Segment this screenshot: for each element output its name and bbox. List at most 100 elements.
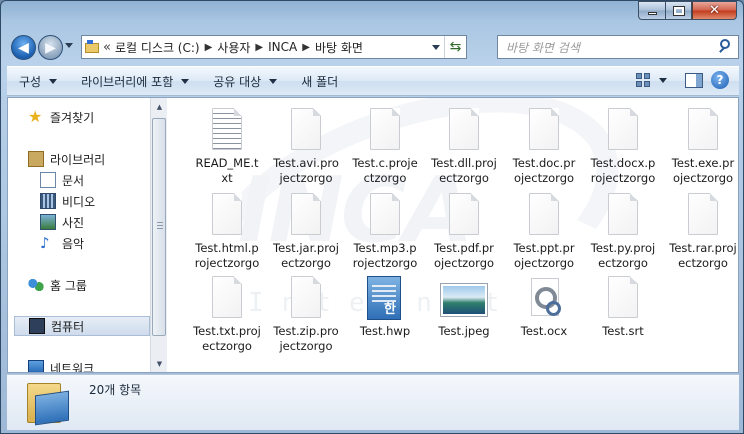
organize-menu[interactable]: 구성: [7, 66, 69, 96]
sidebar-item-homegroup[interactable]: 홈 그룹: [28, 275, 87, 295]
homegroup-icon: [28, 277, 44, 293]
include-in-library-menu[interactable]: 라이브러리에 포함: [69, 66, 201, 96]
scroll-up-arrow[interactable]: ▲: [151, 98, 168, 115]
gear-file-icon: [525, 276, 563, 320]
chevron-right-icon[interactable]: ▶: [205, 42, 213, 53]
sidebar-item-label: 비디오: [62, 194, 96, 209]
sidebar-item-favorites[interactable]: ★ 즐겨찾기: [28, 107, 94, 127]
breadcrumb-local-disk[interactable]: 로컬 디스크 (C:): [115, 39, 200, 56]
sidebar-item-music[interactable]: ♪ 음악: [40, 233, 84, 253]
picture-icon: [40, 214, 56, 230]
maximize-button[interactable]: [665, 1, 692, 20]
scrollbar-thumb[interactable]: [152, 118, 166, 336]
sidebar-item-videos[interactable]: 비디오: [40, 191, 95, 211]
sidebar-item-pictures[interactable]: 사진: [40, 212, 84, 232]
file-item[interactable]: Test.doc.pr ojectzorgo: [505, 108, 583, 186]
back-button[interactable]: ◀: [11, 35, 36, 60]
network-icon: [28, 360, 44, 372]
search-box[interactable]: 바탕 화면 검색: [497, 35, 739, 59]
close-button[interactable]: ✕: [692, 1, 737, 20]
share-with-label: 공유 대상: [213, 74, 262, 89]
breadcrumb-desktop[interactable]: 바탕 화면: [315, 39, 363, 56]
maximize-icon: [672, 5, 685, 16]
file-item[interactable]: Test.c.proje ctzorgo: [346, 108, 424, 186]
search-input[interactable]: 바탕 화면 검색: [506, 39, 716, 56]
sidebar-item-computer[interactable]: 컴퓨터: [14, 316, 150, 336]
file-name: Test.hwp: [359, 324, 411, 338]
search-icon[interactable]: [716, 36, 738, 58]
file-item[interactable]: Test.srt: [584, 276, 662, 339]
sidebar-item-label: 문서: [62, 173, 85, 188]
organize-label: 구성: [19, 74, 42, 89]
caption-buttons: ✕: [638, 1, 737, 20]
file-item[interactable]: Test.txt.proj ectzorgo: [188, 276, 266, 354]
file-name: Test.doc.pr ojectzorgo: [512, 156, 576, 185]
breadcrumb-overflow[interactable]: «: [103, 40, 111, 55]
file-name: Test.jar.proj ectzorgo: [273, 241, 339, 270]
navigation-scrollbar[interactable]: ▲ ▼: [150, 98, 167, 372]
chevron-right-icon[interactable]: ▶: [302, 42, 310, 53]
file-item[interactable]: Test.ppt.pr ojectzorgo: [505, 193, 583, 271]
computer-icon: [29, 318, 45, 334]
file-item[interactable]: Test.rar.proj ectzorgo: [664, 193, 738, 271]
hwp-icon: [366, 276, 404, 320]
image-icon: [440, 276, 488, 320]
blank-icon: [208, 193, 246, 237]
file-name: Test.txt.proj ectzorgo: [193, 324, 261, 353]
file-item[interactable]: Test.zip.pro jectzorgo: [267, 276, 345, 354]
forward-button[interactable]: ▶: [38, 35, 63, 60]
preview-pane-icon[interactable]: [685, 72, 703, 88]
address-bar[interactable]: « 로컬 디스크 (C:) ▶ 사용자 ▶ INCA ▶ 바탕 화면 ⇆: [81, 35, 467, 59]
blank-icon: [604, 276, 642, 320]
file-item[interactable]: Test.jar.proj ectzorgo: [267, 193, 345, 271]
film-icon: [40, 193, 56, 209]
sidebar-item-libraries[interactable]: 라이브러리: [28, 149, 105, 169]
view-options-dropdown[interactable]: [659, 77, 667, 83]
file-item[interactable]: Test.mp3.p rojectzorgo: [346, 193, 424, 271]
blank-icon: [604, 108, 642, 152]
file-item[interactable]: Test.hwp: [346, 276, 424, 339]
sidebar-item-label: 홈 그룹: [50, 278, 87, 293]
blank-icon: [684, 193, 722, 237]
file-item[interactable]: Test.avi.pro jectzorgo: [267, 108, 345, 186]
new-folder-label: 새 폴더: [301, 74, 339, 89]
minimize-button[interactable]: [638, 1, 665, 20]
sidebar-item-label: 라이브러리: [50, 152, 106, 167]
recent-pages-dropdown[interactable]: [65, 43, 73, 48]
new-folder-button[interactable]: 새 폴더: [289, 66, 350, 96]
music-note-icon: ♪: [40, 234, 50, 252]
file-item[interactable]: Test.jpeg: [425, 276, 503, 339]
breadcrumb-users[interactable]: 사용자: [217, 39, 250, 56]
address-history-dropdown[interactable]: [426, 36, 444, 58]
help-icon[interactable]: ?: [711, 71, 729, 89]
chevron-right-icon[interactable]: ▶: [255, 42, 263, 53]
refresh-button[interactable]: ⇆: [444, 36, 466, 58]
breadcrumb-inca[interactable]: INCA: [268, 40, 297, 54]
file-name: Test.srt: [602, 324, 644, 338]
file-item[interactable]: Test.exe.pr ojectzorgo: [664, 108, 738, 186]
sidebar-item-network[interactable]: 네트워크: [28, 358, 94, 372]
file-item[interactable]: Test.html.p rojectzorgo: [188, 193, 266, 271]
chevron-down-icon: [269, 78, 278, 84]
sidebar-item-documents[interactable]: 문서: [40, 170, 84, 190]
navigation-bar: ◀ ▶ « 로컬 디스크 (C:) ▶ 사용자 ▶ INCA ▶ 바탕 화면 ⇆…: [7, 33, 739, 61]
file-item[interactable]: Test.docx.p rojectzorgo: [584, 108, 662, 186]
file-item[interactable]: READ_ME.t xt: [188, 108, 266, 186]
chevron-down-icon: [181, 78, 190, 84]
scroll-down-arrow[interactable]: ▼: [151, 355, 168, 372]
blank-icon: [445, 193, 483, 237]
file-name: Test.ocx: [520, 324, 568, 338]
navigation-pane: ★ 즐겨찾기 라이브러리 문서 비디오 사진 ♪ 음악 홈 그룹 컴퓨터 네트워크: [8, 98, 150, 372]
blank-icon: [684, 108, 722, 152]
file-item[interactable]: Test.py.proj ectzorgo: [584, 193, 662, 271]
blank-icon: [208, 276, 246, 320]
change-view-icon[interactable]: [635, 72, 651, 88]
file-item[interactable]: Test.dll.proj ectzorgo: [425, 108, 503, 186]
explorer-window: ✕ ◀ ▶ « 로컬 디스크 (C:) ▶ 사용자 ▶ INCA ▶ 바탕 화면…: [0, 0, 744, 434]
folder-icon: [84, 39, 100, 55]
file-item[interactable]: Test.ocx: [505, 276, 583, 339]
sidebar-item-label: 네트워크: [50, 361, 95, 373]
share-with-menu[interactable]: 공유 대상: [201, 66, 289, 96]
file-item[interactable]: Test.pdf.pr ojectzorgo: [425, 193, 503, 271]
library-icon: [28, 151, 44, 167]
